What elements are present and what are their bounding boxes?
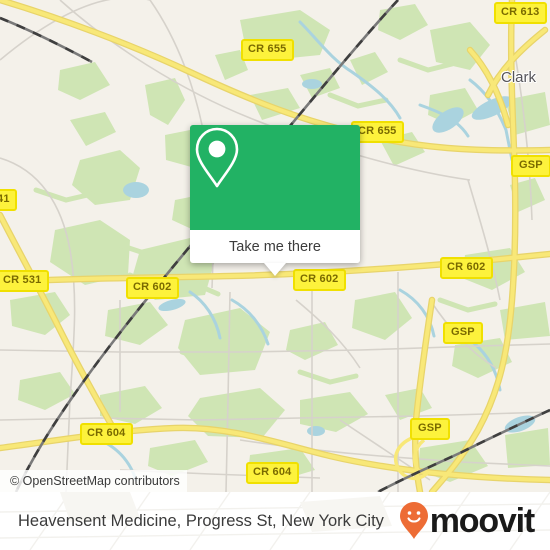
road-shield-cr655-north[interactable]: CR 655 (241, 39, 294, 61)
road-shield-cr602-center[interactable]: CR 602 (293, 269, 346, 291)
map-pin-icon (195, 127, 239, 188)
road-shield-cr613[interactable]: CR 613 (494, 2, 547, 24)
location-title: Heavensent Medicine, Progress St, New Yo… (18, 511, 384, 530)
popup-pointer-tip (264, 263, 286, 276)
moovit-wordmark: moovit (429, 501, 535, 540)
road-shield-gsp-north[interactable]: GSP (511, 155, 550, 177)
popup-image-area (190, 125, 360, 230)
map-canvas[interactable]: Clark CR 613 CR 655 CR 655 GSP 41 CR 531… (0, 0, 550, 492)
road-shield-cr602-east[interactable]: CR 602 (440, 257, 493, 279)
place-label-clark: Clark (501, 69, 537, 86)
map-attribution[interactable]: © OpenStreetMap contributors (0, 470, 187, 492)
road-shield-cr604-east[interactable]: CR 604 (246, 462, 299, 484)
location-popup-card[interactable]: Take me there (190, 125, 360, 276)
moovit-smiley-pin-icon (399, 502, 428, 539)
moovit-logo[interactable]: moovit (399, 501, 535, 541)
footer-bar: Heavensent Medicine, Progress St, New Yo… (0, 492, 550, 550)
road-shield-cr641-partial[interactable]: 41 (0, 189, 17, 211)
road-shield-gsp-mid[interactable]: GSP (443, 322, 483, 344)
road-shield-cr531[interactable]: CR 531 (0, 270, 49, 292)
road-shield-cr604-west[interactable]: CR 604 (80, 423, 133, 445)
take-me-there-button[interactable]: Take me there (190, 230, 360, 276)
take-me-there-label: Take me there (229, 238, 321, 255)
map-screen: Clark CR 613 CR 655 CR 655 GSP 41 CR 531… (0, 0, 550, 550)
road-shield-gsp-south[interactable]: GSP (410, 418, 450, 440)
road-shield-cr602-west[interactable]: CR 602 (126, 277, 179, 299)
